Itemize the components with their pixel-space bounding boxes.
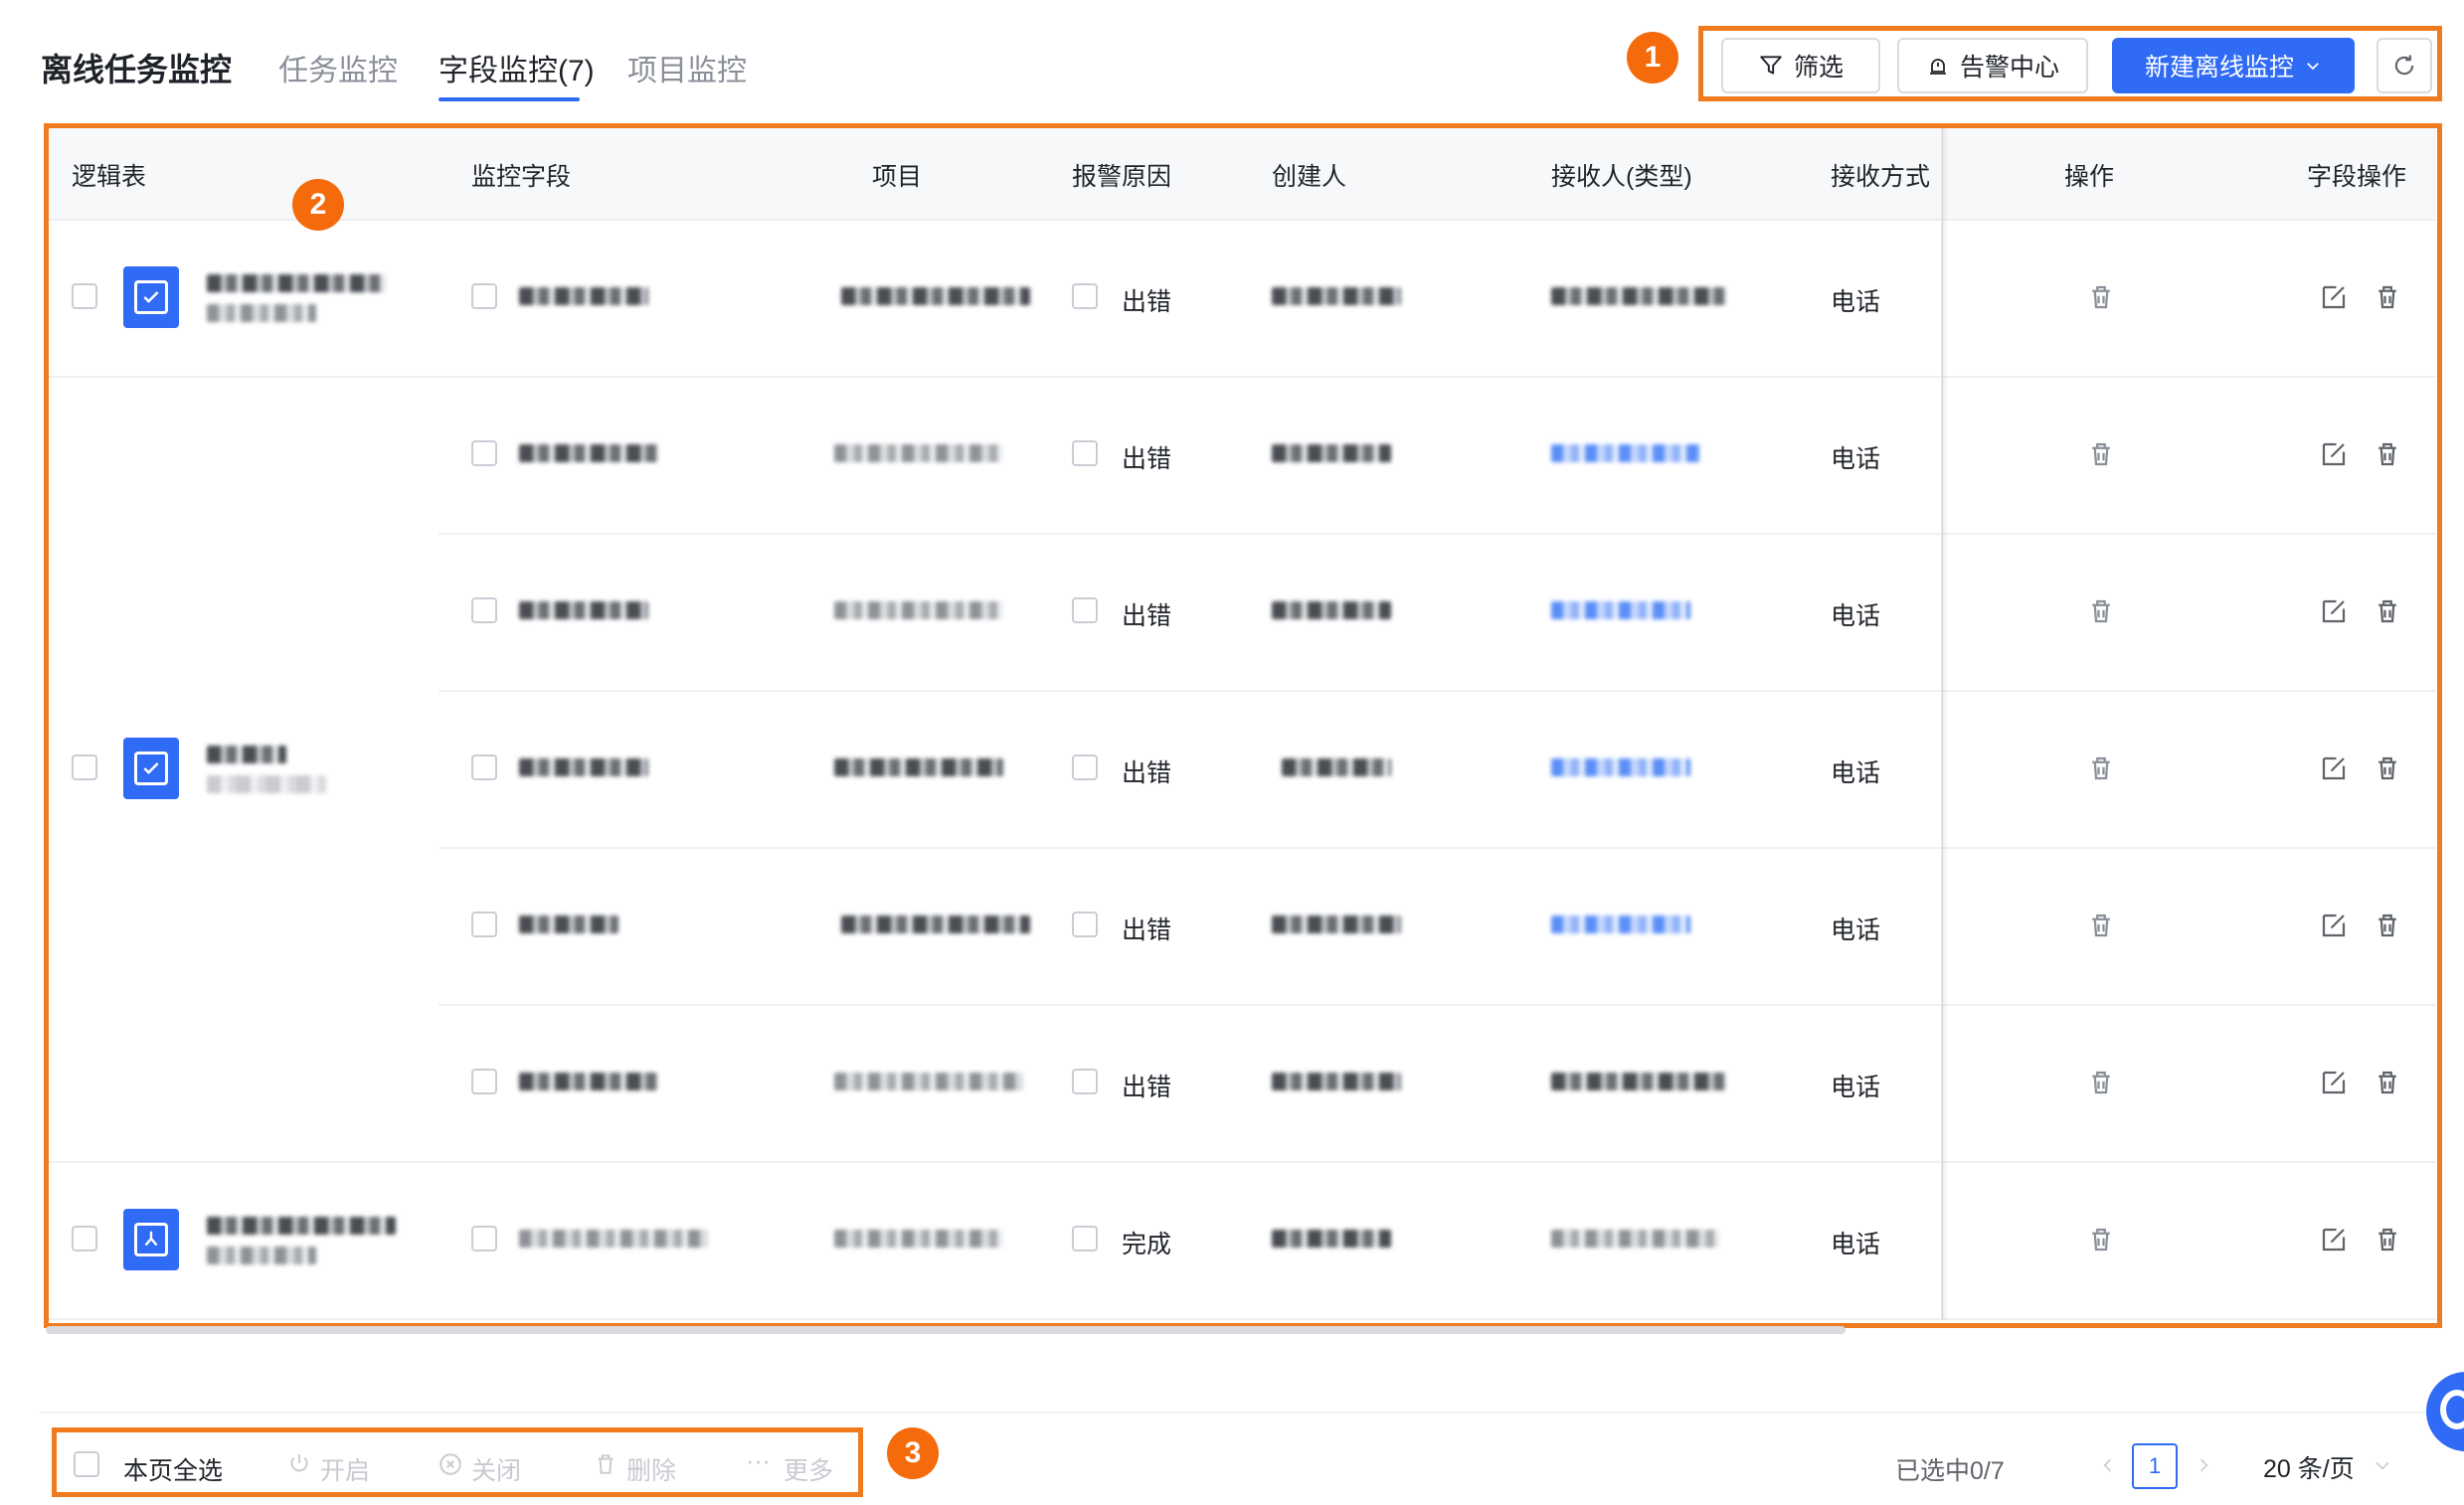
tab-task-monitor[interactable]: 任务监控 [278,46,398,89]
alert-center-button[interactable]: 告警中心 [1897,38,2088,93]
select-all-checkbox[interactable] [74,1451,99,1477]
new-offline-monitor-button[interactable]: 新建离线监控 [2112,38,2355,93]
refresh-button[interactable] [2376,38,2432,93]
callout-badge-1: 1 [1627,32,1678,84]
more-dots-icon: ··· [746,1447,771,1475]
tab-project-monitor[interactable]: 项目监控 [627,46,747,89]
alert-center-label: 告警中心 [1959,54,2059,82]
table-highlight-box [44,123,2442,1328]
alarm-icon [1929,59,1946,75]
chevron-right-icon[interactable] [2194,1455,2213,1475]
page-number[interactable]: 1 [2132,1443,2178,1489]
filter-button[interactable]: 筛选 [1721,38,1880,93]
power-icon [290,1454,308,1472]
top-bar: 离线任务监控 任务监控 字段监控(7) 项目监控 1 筛选 告警中心 新建离线监… [0,0,2464,119]
refresh-icon [2394,55,2414,76]
filter-button-label: 筛选 [1793,54,1844,82]
disable-button[interactable]: 关闭 [471,1451,521,1487]
close-circle-icon [440,1453,461,1475]
chevron-down-icon [2307,63,2319,71]
headset-icon [2440,1390,2464,1429]
page-size-select[interactable]: 20 条/页 [2263,1449,2355,1485]
select-all-label[interactable]: 本页全选 [123,1451,223,1487]
selected-count: 已选中0/7 [1895,1457,2005,1485]
table-footer: 本页全选 开启 关闭 删除 ··· 更多 3 已选中0/7 1 20 条/页 [40,1412,2464,1505]
new-monitor-label: 新建离线监控 [2144,54,2294,82]
page-title: 离线任务监控 [41,52,233,87]
more-button[interactable]: 更多 [784,1451,833,1487]
chevron-down-icon [2376,1461,2389,1470]
trash-icon [598,1454,614,1474]
active-tab-indicator [439,97,580,101]
enable-button[interactable]: 开启 [320,1451,370,1487]
callout-badge-2: 2 [292,179,344,231]
left-margin [0,119,40,1505]
chevron-left-icon[interactable] [2098,1455,2118,1475]
delete-batch-button[interactable]: 删除 [626,1451,676,1487]
filter-icon [1760,56,1782,75]
callout-badge-3: 3 [887,1427,939,1479]
tab-field-monitor[interactable]: 字段监控(7) [439,46,595,89]
horizontal-scrollbar[interactable] [46,1326,1846,1334]
